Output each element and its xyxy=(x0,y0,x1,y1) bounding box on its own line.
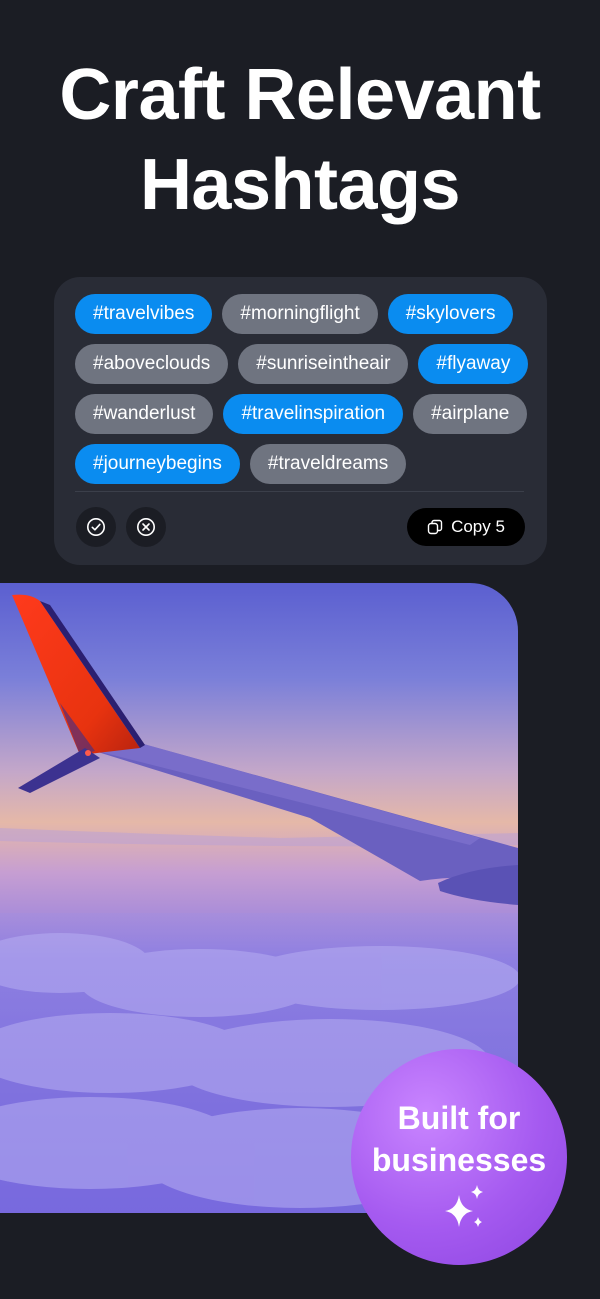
check-circle-icon xyxy=(87,518,105,536)
hashtag-list: #travelvibes #morningflight #skylovers #… xyxy=(75,294,535,494)
badge-line-1: Built for xyxy=(397,1100,521,1136)
copy-button[interactable]: Copy 5 xyxy=(407,508,525,546)
hashtag-chip[interactable]: #airplane xyxy=(413,394,528,434)
headline: Craft Relevant Hashtags xyxy=(0,50,600,230)
hashtag-chip[interactable]: #flyaway xyxy=(418,344,529,384)
divider xyxy=(75,491,524,492)
headline-line-2: Hashtags xyxy=(139,145,461,225)
sparkles-icon xyxy=(445,1185,483,1227)
built-for-businesses-badge: Built for businesses xyxy=(351,1049,567,1265)
hashtag-chip[interactable]: #wanderlust xyxy=(75,394,214,434)
clear-selection-button[interactable] xyxy=(126,507,166,547)
hashtag-chip[interactable]: #aboveclouds xyxy=(75,344,229,384)
hashtag-row: #aboveclouds #sunriseintheair #flyaway xyxy=(75,344,535,384)
copy-button-label: Copy 5 xyxy=(451,517,505,536)
hashtag-chip[interactable]: #travelinspiration xyxy=(223,394,404,434)
hashtag-card: #travelvibes #morningflight #skylovers #… xyxy=(54,277,547,565)
select-all-button[interactable] xyxy=(76,507,116,547)
hashtag-chip[interactable]: #sunriseintheair xyxy=(238,344,409,384)
x-circle-icon xyxy=(137,518,155,536)
hashtag-chip[interactable]: #morningflight xyxy=(222,294,378,334)
hashtag-row: #journeybegins #traveldreams xyxy=(75,444,535,484)
hashtag-row: #travelvibes #morningflight #skylovers xyxy=(75,294,535,334)
hashtag-chip[interactable]: #skylovers xyxy=(387,294,514,334)
badge-line-2: businesses xyxy=(371,1142,547,1178)
hashtag-chip[interactable]: #travelvibes xyxy=(75,294,213,334)
copy-icon xyxy=(427,519,443,535)
hashtag-row: #wanderlust #travelinspiration #airplane xyxy=(75,394,535,434)
hashtag-chip[interactable]: #traveldreams xyxy=(249,444,407,484)
headline-line-1: Craft Relevant xyxy=(59,55,541,135)
hashtag-chip[interactable]: #journeybegins xyxy=(75,444,240,484)
